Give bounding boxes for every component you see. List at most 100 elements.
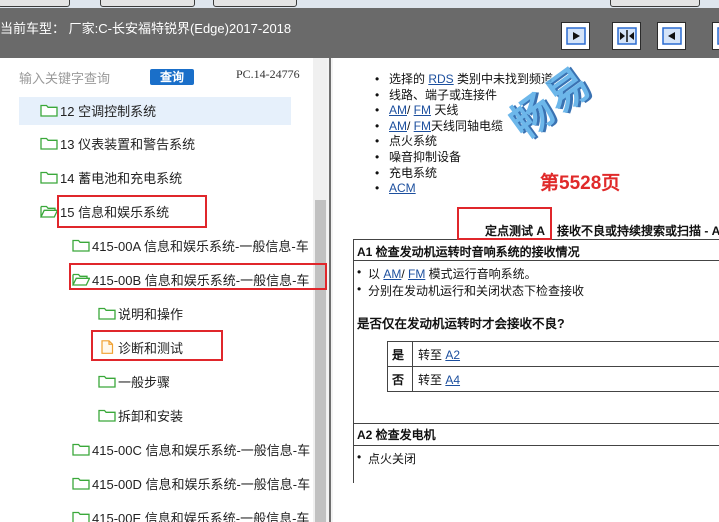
goto-a4-link[interactable]: A4 [445, 373, 460, 387]
top-tab-button[interactable] [213, 0, 297, 7]
next-page-button[interactable] [561, 22, 590, 50]
am-link[interactable]: AM [389, 103, 407, 117]
folder-icon [72, 511, 90, 522]
tree-item[interactable]: 415-00E 信息和娱乐系统-一般信息-车 [72, 505, 309, 522]
step-divider [353, 260, 719, 261]
folder-icon [98, 409, 116, 422]
folder-icon [40, 104, 58, 117]
tree-item-label: 415-00D 信息和娱乐系统-一般信息-车 [92, 476, 311, 492]
list-item-text: 线路、端子或连接件 [389, 87, 498, 102]
goto-a2-link[interactable]: A2 [445, 348, 460, 362]
instruction-text: / [401, 267, 409, 281]
tree-item[interactable]: 拆卸和安装 [98, 403, 183, 427]
am-link[interactable]: AM [389, 119, 407, 133]
am-link[interactable]: AM [383, 267, 401, 281]
answer-cell: 是 [387, 341, 413, 367]
list-item: 充电系统 [375, 165, 553, 182]
navigation-panel: 查询 PC.14-24776 12 空调控制系统 13 仪表装置和警告系统 14… [0, 58, 313, 522]
top-tab-button[interactable] [0, 0, 70, 7]
tree-item-label: 12 空调控制系统 [60, 103, 157, 119]
instruction-text: 以 [368, 267, 384, 281]
tree-item[interactable]: 415-00A 信息和娱乐系统-一般信息-车 [72, 233, 309, 257]
tree-item[interactable]: 415-00C 信息和娱乐系统-一般信息-车 [72, 437, 310, 461]
tree-item-label: 一般步骤 [118, 374, 171, 390]
tree-item-label: 13 仪表装置和警告系统 [60, 136, 196, 152]
tree-item-label: 415-00A 信息和娱乐系统-一般信息-车 [92, 238, 309, 254]
fm-link[interactable]: FM [414, 119, 431, 133]
tree-item[interactable]: 12 空调控制系统 [40, 98, 156, 122]
tree-item[interactable]: 诊断和测试 [98, 335, 183, 359]
tree-item[interactable]: 415-00B 信息和娱乐系统-一般信息-车 [72, 267, 309, 291]
tree-item[interactable]: 415-00D 信息和娱乐系统-一般信息-车 [72, 471, 310, 495]
split-view-button[interactable] [612, 22, 641, 50]
top-tab-button[interactable] [100, 0, 195, 7]
step-a1-question: 是否仅在发动机运转时才会接收不良? [357, 317, 565, 331]
rds-link[interactable]: RDS [428, 72, 453, 86]
pinpoint-test-subtitle: 接收不良或持续搜索或扫描 - A [557, 224, 719, 238]
list-item: ACM [375, 181, 553, 197]
tree-item-label: 15 信息和娱乐系统 [60, 204, 170, 220]
tree-item[interactable]: 一般步骤 [98, 369, 170, 393]
step-a1-instruction: 分别在发动机运行和关闭状态下检查接收 [357, 282, 584, 299]
extra-toolbar-button[interactable] [712, 22, 719, 50]
fm-link[interactable]: FM [408, 267, 425, 281]
instruction-text: 模式运行音响系统。 [425, 267, 537, 281]
step-a2-title: A2 检查发电机 [357, 428, 436, 442]
acm-link[interactable]: ACM [389, 181, 416, 195]
split-view-icon [616, 27, 637, 45]
tree-item-label: 14 蓄电池和充电系统 [60, 170, 183, 186]
list-item-text: / [407, 118, 414, 133]
top-tab-button[interactable] [610, 0, 700, 7]
step-a1-title: A1 检查发动机运转时音响系统的接收情况 [357, 245, 580, 259]
tree-scrollbar-thumb[interactable] [315, 200, 326, 522]
next-page-icon [565, 27, 586, 45]
folder-icon [98, 307, 116, 320]
search-button[interactable]: 查询 [150, 69, 194, 85]
folder-icon [72, 239, 90, 252]
fm-link[interactable]: FM [414, 103, 431, 117]
tree-item[interactable]: 14 蓄电池和充电系统 [40, 165, 182, 189]
step-divider [353, 445, 719, 446]
action-cell: 转至 A4 [412, 366, 719, 392]
action-text: 转至 [418, 347, 446, 362]
list-item-text: 天线 [431, 103, 459, 118]
table-row: 是 转至 A2 [387, 341, 719, 367]
folder-icon [40, 137, 58, 150]
vehicle-header: 当前车型： 厂家:C-长安福特锐界(Edge)2017-2018 [0, 8, 719, 58]
list-item: 噪音抑制设备 [375, 149, 553, 166]
pinpoint-test-title: 定点测试 A [485, 224, 546, 238]
folder-icon [72, 477, 90, 490]
list-item-text: 噪音抑制设备 [389, 149, 462, 164]
tree-item-label: 诊断和测试 [118, 340, 184, 356]
answer-table: 是 转至 A2 否 转至 A4 [387, 341, 719, 392]
action-cell: 转至 A2 [412, 341, 719, 367]
folder-icon [40, 171, 58, 184]
previous-page-button[interactable] [657, 22, 686, 50]
list-item-text: 天线同轴电缆 [431, 118, 504, 133]
tree-item[interactable]: 说明和操作 [98, 301, 183, 325]
folder-open-icon [40, 205, 58, 218]
list-item-text: 选择的 [389, 72, 429, 86]
answer-cell: 否 [387, 366, 413, 392]
document-code: PC.14-24776 [236, 67, 300, 81]
document-icon [101, 340, 114, 354]
folder-open-icon [72, 273, 90, 286]
tree-item[interactable]: 15 信息和娱乐系统 [40, 199, 169, 223]
tree-item-label: 拆卸和安装 [118, 408, 184, 424]
tree-item-label: 415-00B 信息和娱乐系统-一般信息-车 [92, 272, 310, 288]
document-panel: 选择的 RDS 类别中未找到频道 线路、端子或连接件 AM/ FM 天线 AM/… [333, 58, 719, 522]
step-a1-instruction: 以 AM/ FM 模式运行音响系统。 [357, 265, 537, 282]
tree-item[interactable]: 13 仪表装置和警告系统 [40, 131, 195, 155]
keyword-search-input[interactable] [19, 69, 145, 87]
step-divider [353, 423, 719, 424]
tree-item-label: 415-00E 信息和娱乐系统-一般信息-车 [92, 510, 310, 522]
action-text: 转至 [418, 372, 446, 387]
tree-item-label: 说明和操作 [118, 306, 184, 322]
test-box-left-border [353, 239, 354, 483]
current-vehicle-label: 当前车型： 厂家:C-长安福特锐界(Edge)2017-2018 [0, 21, 292, 36]
folder-icon [98, 375, 116, 388]
step-a2-instruction: 点火关闭 [357, 450, 416, 467]
list-item-text: / [407, 103, 414, 118]
list-item-text: 充电系统 [389, 165, 438, 180]
tree-item-label: 415-00C 信息和娱乐系统-一般信息-车 [92, 442, 311, 458]
